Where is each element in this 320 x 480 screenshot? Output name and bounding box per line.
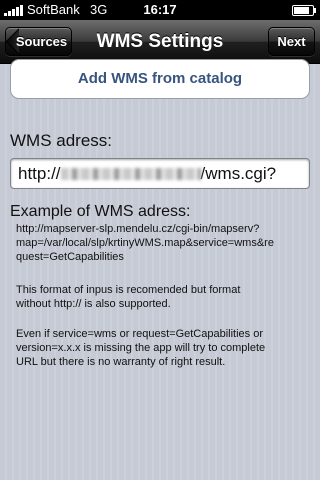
redacted-host-mask — [60, 168, 201, 180]
navigation-bar: Sources WMS Settings Next — [0, 20, 320, 64]
format-note-text: This format of inpus is recomended but f… — [16, 284, 241, 311]
next-button[interactable]: Next — [268, 27, 315, 56]
example-heading: Example of WMS adress: — [10, 203, 191, 220]
page-title: WMS Settings — [96, 31, 224, 52]
sources-back-button[interactable]: Sources — [5, 27, 72, 56]
battery-icon — [292, 5, 316, 16]
wms-address-input[interactable]: http:// /wms.cgi? — [10, 158, 310, 189]
wms-address-label: WMS adress: — [10, 131, 113, 150]
wms-address-value-prefix: http:// — [18, 164, 61, 183]
back-button-label: Sources — [15, 34, 68, 49]
status-bar: SoftBank 3G 16:17 — [0, 0, 320, 20]
warning-note-text: Even if service=wms or request=GetCapabi… — [16, 328, 266, 369]
wms-address-value-suffix: /wms.cgi? — [200, 164, 277, 183]
example-url-text: http://mapserver-slp.mendelu.cz/cgi-bin/… — [16, 223, 274, 264]
add-wms-from-catalog-button[interactable]: Add WMS from catalog — [10, 59, 310, 99]
status-clock: 16:17 — [143, 2, 177, 17]
